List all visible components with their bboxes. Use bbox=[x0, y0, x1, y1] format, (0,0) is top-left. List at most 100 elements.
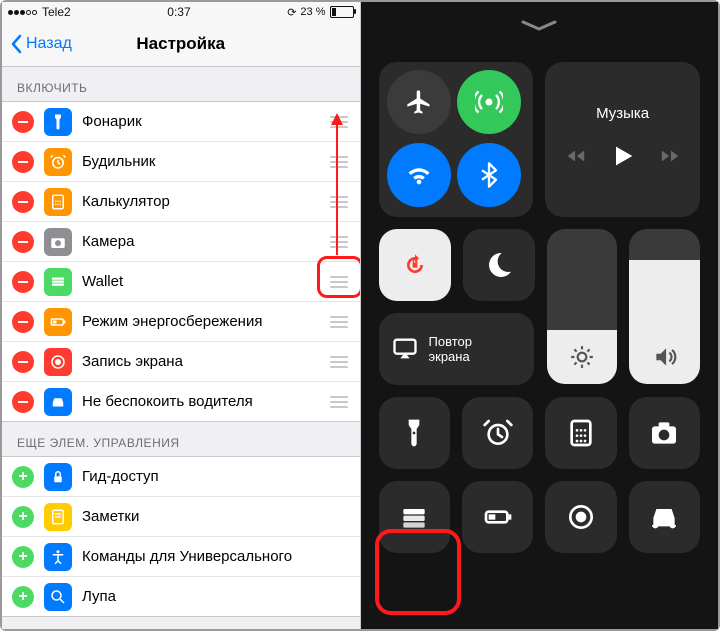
volume-icon bbox=[652, 344, 678, 370]
battery-icon bbox=[482, 501, 514, 533]
notes-icon bbox=[44, 503, 72, 531]
remove-button[interactable] bbox=[12, 391, 34, 413]
nav-bar: Назад Настройка bbox=[2, 22, 360, 67]
row-label: Калькулятор bbox=[82, 193, 328, 210]
volume-slider[interactable] bbox=[629, 229, 700, 384]
music-prev[interactable] bbox=[565, 145, 587, 172]
cc-grabber[interactable] bbox=[361, 2, 719, 62]
row-label: Лупа bbox=[82, 588, 350, 605]
wifi-icon bbox=[405, 161, 433, 189]
dnd-toggle[interactable] bbox=[463, 229, 535, 301]
back-button[interactable]: Назад bbox=[10, 34, 72, 54]
drag-handle[interactable] bbox=[328, 196, 350, 208]
battery-icon bbox=[44, 308, 72, 336]
list-item: Калькулятор bbox=[2, 182, 360, 222]
row-label: Wallet bbox=[82, 273, 328, 290]
cellular-toggle[interactable] bbox=[457, 70, 521, 134]
add-button[interactable] bbox=[12, 546, 34, 568]
cc-alarm[interactable] bbox=[462, 397, 533, 469]
music-next[interactable] bbox=[659, 145, 681, 172]
signal-carrier: Tele2 bbox=[8, 5, 71, 19]
magnify-icon bbox=[44, 583, 72, 611]
list-item: Камера bbox=[2, 222, 360, 262]
remove-button[interactable] bbox=[12, 151, 34, 173]
status-time: 0:37 bbox=[167, 5, 190, 19]
music-play[interactable] bbox=[609, 142, 637, 175]
music-tile[interactable]: Музыка bbox=[545, 62, 700, 217]
airplane-icon bbox=[405, 88, 433, 116]
row-label: Не беспокоить водителя bbox=[82, 393, 328, 410]
row-label: Будильник bbox=[82, 153, 328, 170]
bluetooth-toggle[interactable] bbox=[457, 143, 521, 207]
remove-button[interactable] bbox=[12, 351, 34, 373]
page-title: Настройка bbox=[136, 34, 225, 54]
access-icon bbox=[44, 543, 72, 571]
airplane-toggle[interactable] bbox=[387, 70, 451, 134]
list-item: Лупа bbox=[2, 577, 360, 616]
list-item: Будильник bbox=[2, 142, 360, 182]
cellular-icon bbox=[475, 88, 503, 116]
add-button[interactable] bbox=[12, 506, 34, 528]
list-item: Гид-доступ bbox=[2, 457, 360, 497]
remove-button[interactable] bbox=[12, 271, 34, 293]
connectivity-cluster bbox=[379, 62, 534, 217]
remove-button[interactable] bbox=[12, 191, 34, 213]
status-battery: ⟳ 23 % bbox=[287, 6, 353, 19]
include-table: Фонарик Будильник Калькулятор Камера Wallet Р… bbox=[2, 101, 360, 422]
calculator-icon bbox=[565, 417, 597, 449]
record-icon bbox=[44, 348, 72, 376]
settings-screen: Tele2 0:37 ⟳ 23 % Назад Настройка ВКЛЮЧИ… bbox=[2, 2, 361, 629]
back-label: Назад bbox=[26, 35, 72, 53]
mirror-label: Повторэкрана bbox=[429, 334, 472, 364]
calc-icon bbox=[44, 188, 72, 216]
add-button[interactable] bbox=[12, 466, 34, 488]
lock-icon bbox=[44, 463, 72, 491]
list-item: Запись экрана bbox=[2, 342, 360, 382]
drag-handle[interactable] bbox=[328, 356, 350, 368]
cc-low-power[interactable] bbox=[462, 481, 533, 553]
flashlight-icon bbox=[398, 417, 430, 449]
screen-mirroring-button[interactable]: Повторэкрана bbox=[379, 313, 534, 385]
cc-calculator[interactable] bbox=[545, 397, 616, 469]
music-title: Музыка bbox=[596, 105, 649, 122]
drag-handle[interactable] bbox=[328, 396, 350, 408]
drag-handle[interactable] bbox=[328, 276, 350, 288]
wallet-icon bbox=[398, 501, 430, 533]
rotation-lock-icon bbox=[399, 249, 431, 281]
brightness-icon bbox=[569, 344, 595, 370]
wifi-toggle[interactable] bbox=[387, 143, 451, 207]
more-table: Гид-доступ Заметки Команды для Универсальн… bbox=[2, 456, 360, 617]
list-item: Не беспокоить водителя bbox=[2, 382, 360, 421]
brightness-slider[interactable] bbox=[547, 229, 618, 384]
car-icon bbox=[44, 388, 72, 416]
cc-flashlight[interactable] bbox=[379, 397, 450, 469]
drag-handle[interactable] bbox=[328, 116, 350, 128]
row-label: Гид-доступ bbox=[82, 468, 350, 485]
list-item: Фонарик bbox=[2, 102, 360, 142]
cc-camera[interactable] bbox=[629, 397, 700, 469]
remove-button[interactable] bbox=[12, 111, 34, 133]
drag-handle[interactable] bbox=[328, 156, 350, 168]
row-label: Фонарик bbox=[82, 113, 328, 130]
list-item: Заметки bbox=[2, 497, 360, 537]
remove-button[interactable] bbox=[12, 231, 34, 253]
cc-driving-dnd[interactable] bbox=[629, 481, 700, 553]
status-bar: Tele2 0:37 ⟳ 23 % bbox=[2, 2, 360, 22]
record-icon bbox=[565, 501, 597, 533]
flashlight-icon bbox=[44, 108, 72, 136]
control-center: Музыка bbox=[361, 2, 719, 629]
camera-icon bbox=[648, 417, 680, 449]
add-button[interactable] bbox=[12, 586, 34, 608]
remove-button[interactable] bbox=[12, 311, 34, 333]
drag-handle[interactable] bbox=[328, 236, 350, 248]
rotation-lock-toggle[interactable] bbox=[379, 229, 451, 301]
car-icon bbox=[648, 501, 680, 533]
cc-screen-record[interactable] bbox=[545, 481, 616, 553]
alarm-icon bbox=[44, 148, 72, 176]
section-include-header: ВКЛЮЧИТЬ bbox=[2, 67, 360, 101]
drag-handle[interactable] bbox=[328, 316, 350, 328]
list-item: Режим энергосбережения bbox=[2, 302, 360, 342]
cc-wallet[interactable] bbox=[379, 481, 450, 553]
row-label: Команды для Универсального bbox=[82, 548, 350, 565]
row-label: Камера bbox=[82, 233, 328, 250]
